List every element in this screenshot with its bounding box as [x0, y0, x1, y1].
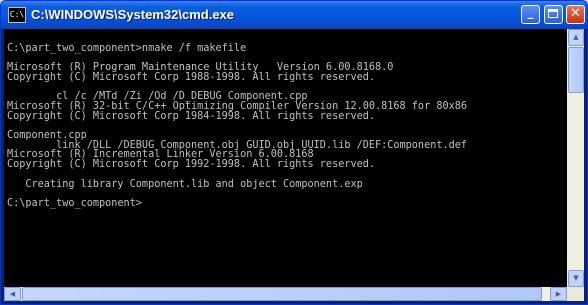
- scroll-up-button[interactable]: ▲: [568, 29, 584, 46]
- close-button[interactable]: ✕: [566, 5, 585, 24]
- client-area: C:\part_two_component>nmake /f makefile …: [4, 29, 584, 301]
- title-bar[interactable]: C:\ C:\WINDOWS\System32\cmd.exe _ ✕: [1, 1, 587, 29]
- vertical-scroll-thumb[interactable]: [568, 47, 584, 93]
- console-text: C:\part_two_component>nmake /f makefile …: [4, 29, 567, 209]
- console-line: Creating library Component.lib and objec…: [7, 178, 363, 190]
- scroll-left-button[interactable]: ◀: [4, 287, 21, 301]
- console-line: Copyright (C) Microsoft Corp 1988-1998. …: [7, 71, 376, 83]
- cmd-window: C:\ C:\WINDOWS\System32\cmd.exe _ ✕ C:\p…: [0, 0, 588, 305]
- maximize-button[interactable]: [544, 5, 563, 24]
- maximize-icon: [548, 9, 558, 18]
- scroll-right-button[interactable]: ▶: [550, 287, 567, 301]
- window-title: C:\WINDOWS\System32\cmd.exe: [31, 7, 235, 22]
- scroll-down-button[interactable]: ▼: [568, 270, 584, 287]
- horizontal-scroll-thumb[interactable]: [22, 287, 542, 301]
- cmd-icon[interactable]: C:\: [8, 7, 26, 23]
- console-line: C:\part_two_component>nmake /f makefile: [7, 42, 247, 54]
- minimize-button[interactable]: _: [521, 5, 540, 24]
- vertical-scrollbar[interactable]: ▲ ▼: [567, 29, 584, 287]
- console-output[interactable]: C:\part_two_component>nmake /f makefile …: [4, 29, 567, 287]
- console-line: Copyright (C) Microsoft Corp 1984-1998. …: [7, 110, 376, 122]
- size-grip[interactable]: [567, 287, 584, 301]
- console-line: C:\part_two_component>: [7, 197, 142, 209]
- console-line: Copyright (C) Microsoft Corp 1992-1998. …: [7, 159, 376, 171]
- horizontal-scrollbar[interactable]: ◀ ▶: [4, 287, 567, 301]
